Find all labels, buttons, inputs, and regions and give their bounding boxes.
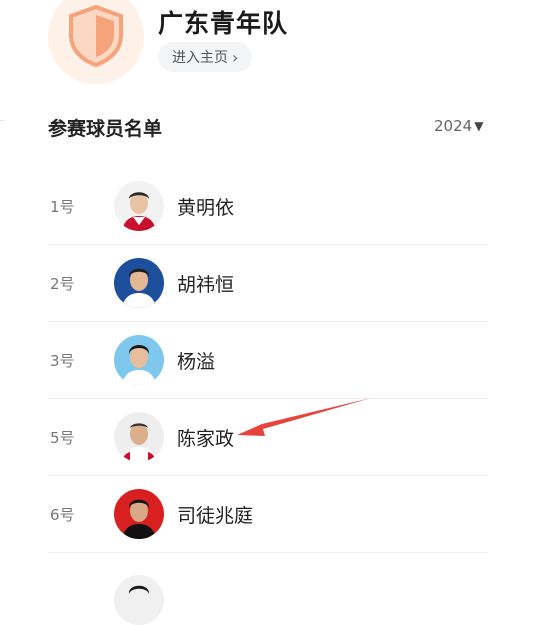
caret-down-icon: ▼: [474, 119, 484, 133]
divider: [0, 120, 4, 121]
player-row[interactable]: 5号 陈家政: [48, 399, 488, 476]
player-number: 6号: [50, 505, 75, 524]
player-number: 2号: [50, 274, 75, 293]
player-number: 1号: [50, 197, 75, 216]
player-row[interactable]: 2号 胡祎恒: [48, 245, 488, 322]
team-logo: [48, 0, 144, 84]
player-name: 黄明依: [177, 196, 235, 219]
player-name: 胡祎恒: [177, 273, 235, 296]
home-button-label: 进入主页: [172, 50, 228, 66]
player-row[interactable]: 3号 杨溢: [48, 322, 488, 399]
player-avatar: [114, 489, 164, 539]
player-row[interactable]: 6号 司徒兆庭: [48, 476, 488, 553]
player-avatar: [114, 335, 164, 385]
year-selector[interactable]: 2024 ▼: [434, 117, 483, 135]
player-name: 司徒兆庭: [177, 504, 254, 527]
shield-icon: [69, 5, 123, 67]
roster-title: 参赛球员名单: [48, 118, 163, 140]
team-name: 广东青年队: [158, 9, 289, 38]
player-avatar: [114, 258, 164, 308]
player-row-partial[interactable]: [48, 553, 488, 625]
player-name: 陈家政: [177, 427, 235, 450]
player-row[interactable]: 1号 黄明依: [48, 168, 488, 245]
player-name: 杨溢: [177, 350, 216, 373]
roster-list: 1号 黄明依 2号 胡祎恒 3号 杨溢 5号 陈家政 6号 司徒兆庭: [48, 168, 488, 625]
player-avatar: [114, 181, 164, 231]
player-number: 3号: [50, 351, 75, 370]
chevron-right-icon: ›: [232, 47, 239, 67]
year-value: 2024: [434, 117, 473, 135]
enter-homepage-button[interactable]: 进入主页 ›: [158, 42, 253, 72]
player-avatar: [114, 412, 164, 462]
player-avatar: [114, 575, 164, 625]
player-number: 5号: [50, 428, 75, 447]
